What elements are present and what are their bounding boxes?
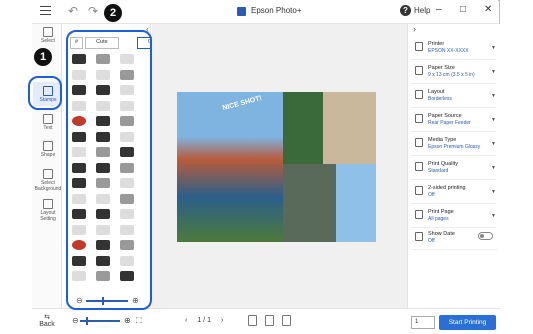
zoom-out-icon[interactable]: ⊖ (72, 316, 79, 325)
setting-value: Off (428, 192, 435, 198)
chevron-down-icon: ▼ (491, 117, 496, 123)
chevron-down-icon: ▼ (491, 45, 496, 51)
setting-label: Layout (428, 89, 445, 95)
add-page-icon[interactable] (248, 315, 257, 326)
setting-value: Standard (428, 168, 449, 174)
setting-icon (415, 186, 423, 195)
setting-icon (415, 138, 423, 147)
setting-media-type[interactable]: Media Type Epson Premium Glossy ▼ (411, 134, 497, 156)
page-navigator: ‹ 1 / 1 › (185, 317, 223, 324)
setting-print-quality[interactable]: Print Quality Standard ▼ (411, 158, 497, 180)
maximize-button[interactable]: □ (460, 4, 466, 15)
setting-icon (415, 66, 423, 75)
title-bar: ↶ ↷ Epson Photo+ ? Help – □ ✕ (32, 0, 498, 24)
setting-icon (415, 42, 423, 51)
setting-value: Rear Paper Feeder (428, 120, 471, 126)
photo-harbor[interactable] (177, 92, 283, 242)
setting-icon (415, 162, 423, 171)
tool-layout-setting[interactable]: Layout Setting (33, 199, 63, 222)
canvas-zoom-slider[interactable]: ⊖ ⊕ ⛶ (72, 316, 152, 326)
setting-value: Off (428, 238, 435, 244)
setting-icon (415, 210, 423, 219)
tool-select-background[interactable]: Select Background (33, 169, 63, 192)
zoom-in-icon[interactable]: ⊕ (124, 316, 131, 325)
shape-icon (43, 141, 53, 151)
setting-label: Print Page (428, 209, 454, 215)
setting-paper-size[interactable]: Paper Size 9 x 13 cm (3.5 x 5 in) ▼ (411, 62, 497, 84)
setting-2-sided-printing[interactable]: 2-sided printing Off ▼ (411, 182, 497, 204)
setting-value: 9 x 13 cm (3.5 x 5 in) (428, 72, 475, 78)
setting-printer[interactable]: Printer EPSON XX-XXXX ▼ (411, 38, 497, 60)
setting-print-page[interactable]: Print Page All pages ▼ (411, 206, 497, 228)
setting-value: All pages (428, 216, 449, 222)
chevron-down-icon: ▼ (491, 165, 496, 171)
redo-icon[interactable]: ↷ (88, 4, 98, 18)
page-indicator: 1 / 1 (197, 317, 211, 324)
chevron-down-icon: ▼ (491, 213, 496, 219)
undo-icon[interactable]: ↶ (68, 4, 78, 18)
setting-value: Borderless (428, 96, 452, 102)
fit-icon[interactable]: ⛶ (136, 316, 142, 326)
menu-icon[interactable] (40, 6, 51, 16)
setting-label: Show Date (428, 231, 455, 237)
chevron-down-icon: ▼ (491, 141, 496, 147)
photo-cyclist[interactable] (336, 164, 376, 242)
chevron-down-icon: ▼ (491, 69, 496, 75)
back-button[interactable]: ⇆ Back (39, 313, 55, 328)
close-button[interactable]: ✕ (484, 4, 492, 15)
setting-value: Epson Premium Glossy (428, 144, 481, 150)
chevron-down-icon: ▼ (491, 189, 496, 195)
photo-girl[interactable] (323, 92, 376, 164)
tool-sidebar (32, 24, 62, 308)
photo-man-with-dog[interactable] (283, 164, 336, 242)
callout-badge-2: 2 (104, 4, 122, 22)
copies-stepper[interactable]: 1 (411, 316, 435, 329)
setting-label: Print Quality (428, 161, 458, 167)
tool-select[interactable]: Select (33, 27, 63, 44)
tool-shape[interactable]: Shape (33, 141, 63, 158)
back-icon: ⇆ (44, 314, 50, 321)
setting-layout[interactable]: Layout Borderless ▼ (411, 86, 497, 108)
tool-text[interactable]: Text (33, 114, 63, 131)
app-logo-icon (237, 7, 246, 16)
setting-paper-source[interactable]: Paper Source Rear Paper Feeder ▼ (411, 110, 497, 132)
setting-label: Paper Source (428, 113, 462, 119)
expand-panel-icon[interactable]: › (413, 24, 416, 34)
setting-icon (415, 232, 423, 241)
help-label: Help (414, 6, 431, 15)
window-title: Epson Photo+ (251, 6, 302, 15)
setting-value: EPSON XX-XXXX (428, 48, 469, 54)
callout-frame-stamp-panel (66, 30, 152, 310)
photo-cat[interactable] (283, 92, 323, 164)
layout-icon (43, 199, 53, 209)
chevron-down-icon: ▼ (491, 93, 496, 99)
next-page-icon[interactable]: › (221, 317, 223, 324)
help-icon: ? (400, 5, 411, 16)
setting-label: Media Type (428, 137, 457, 143)
callout-badge-1: 1 (34, 48, 52, 66)
setting-label: 2-sided printing (428, 185, 466, 191)
prev-page-icon[interactable]: ‹ (185, 317, 187, 324)
setting-label: Paper Size (428, 65, 455, 71)
delete-page-icon[interactable] (282, 315, 291, 326)
help-button[interactable]: ? Help (400, 5, 430, 16)
callout-frame-stamps (28, 76, 62, 110)
minimize-button[interactable]: – (436, 4, 442, 15)
duplicate-page-icon[interactable] (265, 315, 274, 326)
text-icon (43, 114, 53, 124)
show-date-toggle[interactable] (478, 232, 493, 240)
slider-handle[interactable] (86, 317, 88, 325)
start-printing-button[interactable]: Start Printing (439, 315, 496, 330)
select-icon (43, 27, 53, 37)
setting-label: Printer (428, 41, 445, 47)
background-icon (43, 169, 53, 179)
setting-icon (415, 90, 423, 99)
setting-icon (415, 114, 423, 123)
